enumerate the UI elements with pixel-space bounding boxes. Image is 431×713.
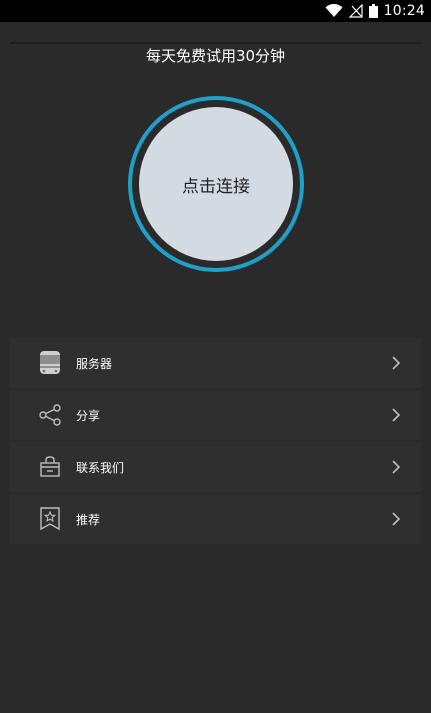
status-time: 10:24 [383,3,425,19]
battery-icon [368,4,378,18]
connect-button[interactable]: 点击连接 [139,107,293,261]
chevron-right-icon [392,408,401,422]
recommend-bookmark-star-icon [38,507,62,531]
contact-bag-icon [38,455,62,479]
menu-item-label: 服务器 [76,356,113,371]
menu-item-share[interactable]: 分享 [10,390,421,440]
chevron-right-icon [392,460,401,474]
menu-item-recommend[interactable]: 推荐 [10,494,421,544]
status-bar: 10:24 [0,0,431,22]
menu-item-label: 联系我们 [76,460,125,475]
share-icon [38,403,62,427]
menu-item-label: 分享 [76,408,101,423]
status-icons: 10:24 [325,0,431,22]
wifi-icon [325,4,343,18]
chevron-right-icon [392,512,401,526]
free-trial-text: 每天免费试用30分钟 [145,47,286,65]
server-icon [38,351,62,375]
menu-item-server[interactable]: 服务器 [10,338,421,388]
divider [10,42,421,44]
menu-item-label: 推荐 [76,512,101,527]
no-signal-icon [348,4,363,18]
menu-item-contact-us[interactable]: 联系我们 [10,442,421,492]
menu-list: 服务器 分享 联系我们 推荐 [10,338,421,546]
chevron-right-icon [392,356,401,370]
